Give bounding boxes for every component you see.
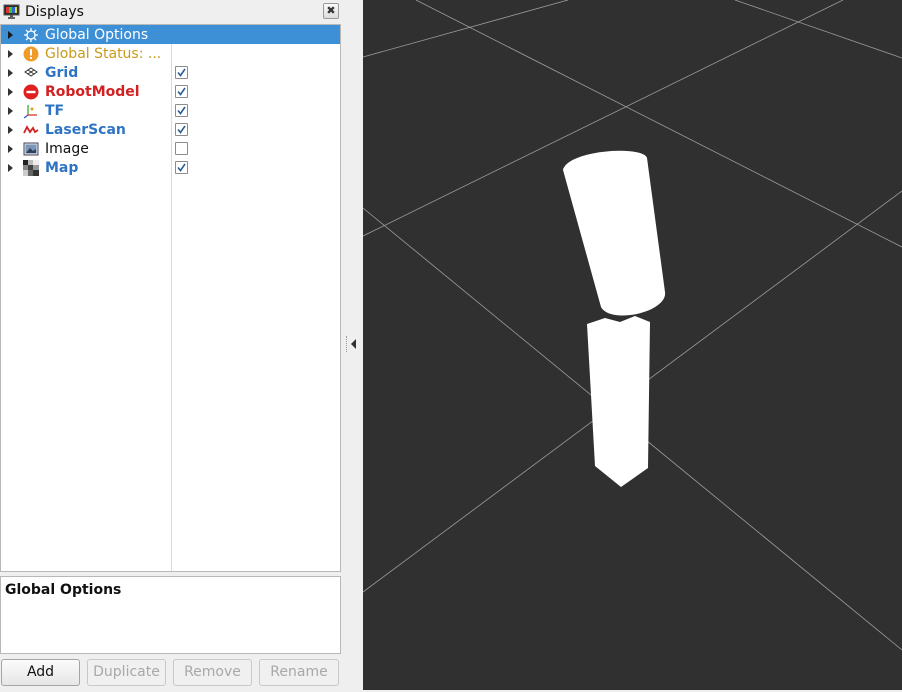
robot-upper-link (563, 150, 666, 316)
gear-icon (23, 27, 39, 43)
robot-model-shape (563, 150, 666, 487)
displays-panel-titlebar: Displays ✖ (0, 0, 342, 24)
grid-icon (23, 65, 39, 81)
expand-arrow-icon[interactable] (8, 144, 13, 153)
enable-checkbox[interactable] (175, 85, 188, 98)
panel-title: Displays (25, 4, 84, 20)
description-title: Global Options (5, 582, 122, 598)
description-box: Global Options (0, 576, 341, 654)
expand-arrow-icon[interactable] (8, 30, 13, 39)
display-buttons: Add Duplicate Remove Rename (0, 659, 342, 687)
tree-item-label: TF (45, 102, 65, 119)
grid-line (734, 0, 902, 59)
displays-panel: Displays ✖ Global Options Global Status: … (0, 0, 342, 692)
monitor-icon (3, 4, 21, 20)
tree-item-label: LaserScan (45, 121, 126, 138)
close-panel-button[interactable]: ✖ (323, 3, 339, 19)
tree-row-tf[interactable]: TF (1, 101, 340, 120)
collapse-arrow-icon[interactable] (351, 339, 356, 349)
tf-axes-icon (23, 103, 39, 119)
tree-item-label: Global Status: ... (45, 45, 162, 62)
splitter-grip (346, 336, 348, 352)
rviz-window: Displays ✖ Global Options Global Status: … (0, 0, 902, 692)
tree-item-label: Image (45, 140, 89, 157)
tree-row-grid[interactable]: Grid (1, 63, 340, 82)
tree-row-image[interactable]: Image (1, 139, 340, 158)
expand-arrow-icon[interactable] (8, 125, 13, 134)
grid-line (363, 0, 569, 58)
expand-arrow-icon[interactable] (8, 87, 13, 96)
expand-arrow-icon[interactable] (8, 163, 13, 172)
error-icon (23, 84, 39, 100)
scene-canvas (363, 0, 902, 651)
tree-item-label: Grid (45, 64, 79, 81)
tree-row-laserscan[interactable]: LaserScan (1, 120, 340, 139)
add-button[interactable]: Add (1, 659, 80, 686)
enable-checkbox[interactable] (175, 66, 188, 79)
tree-item-label: RobotModel (45, 83, 140, 100)
grid-line (415, 0, 902, 248)
enable-checkbox[interactable] (175, 142, 188, 155)
3d-render-view[interactable] (363, 0, 902, 690)
tree-row-robotmodel[interactable]: RobotModel (1, 82, 340, 101)
tree-row-global-options[interactable]: Global Options (1, 25, 340, 44)
warning-icon (23, 46, 39, 62)
displays-tree[interactable]: Global Options Global Status: ... Grid Robo… (0, 24, 341, 572)
expand-arrow-icon[interactable] (8, 106, 13, 115)
dock-splitter[interactable] (342, 0, 363, 692)
enable-checkbox[interactable] (175, 161, 188, 174)
tree-item-label: Global Options (45, 26, 149, 43)
expand-arrow-icon[interactable] (8, 49, 13, 58)
laserscan-icon (23, 122, 39, 138)
enable-checkbox[interactable] (175, 123, 188, 136)
tree-row-map[interactable]: Map (1, 158, 340, 177)
robot-lower-link (587, 316, 650, 487)
duplicate-button[interactable]: Duplicate (87, 659, 166, 686)
tree-item-label: Map (45, 159, 79, 176)
expand-arrow-icon[interactable] (8, 68, 13, 77)
remove-button[interactable]: Remove (173, 659, 252, 686)
enable-checkbox[interactable] (175, 104, 188, 117)
map-icon (23, 159, 39, 176)
tree-row-global-status[interactable]: Global Status: ... (1, 44, 340, 63)
rename-button[interactable]: Rename (259, 659, 339, 686)
image-icon (23, 141, 39, 157)
